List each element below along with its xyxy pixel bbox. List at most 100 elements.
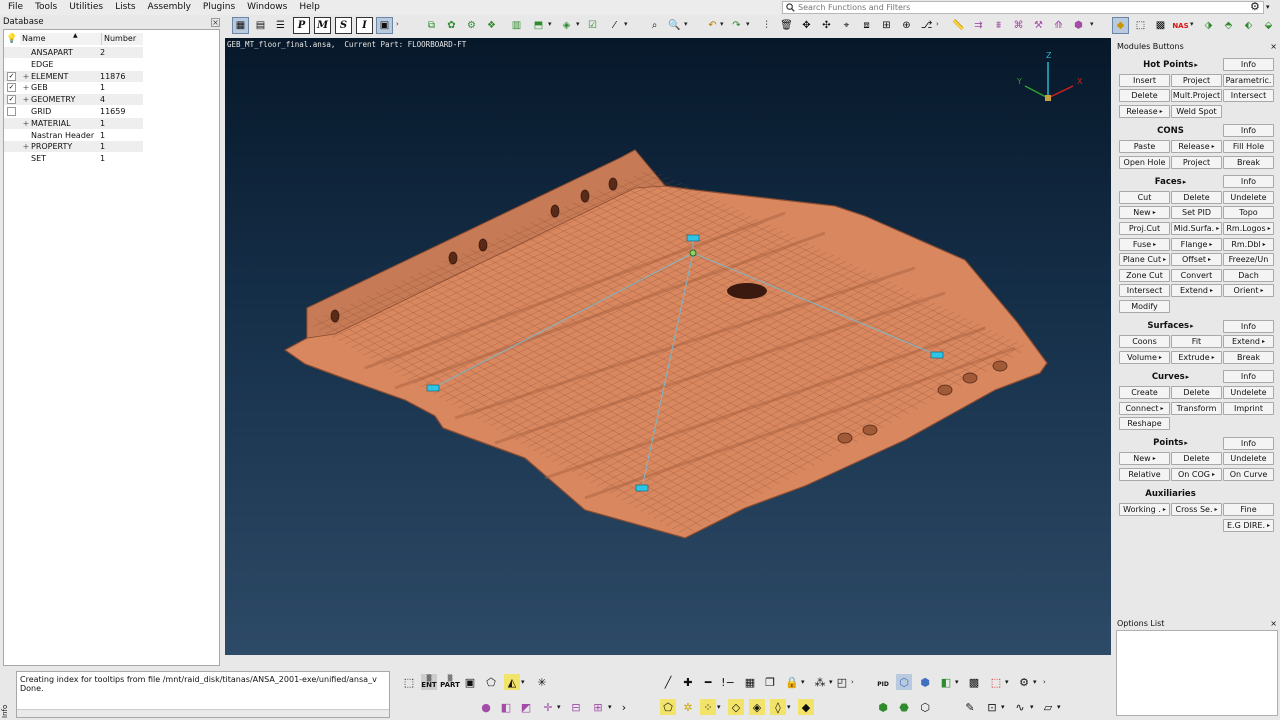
undo-icon[interactable]: ↶	[704, 17, 721, 34]
module-button-weld-spot[interactable]: Weld Spot	[1171, 104, 1222, 118]
grid-select-icon[interactable]: ▦	[742, 674, 758, 690]
output-icon[interactable]: ⬘	[1220, 17, 1237, 34]
module-button-reshape[interactable]: Reshape	[1119, 417, 1170, 431]
shaded-cube-icon[interactable]: ⬢	[917, 674, 933, 690]
column-name-header[interactable]: Name ▲	[20, 32, 102, 45]
plane-dropdown-icon[interactable]: ▾	[1057, 703, 1061, 711]
polygon-icon[interactable]: ⬠	[483, 674, 499, 690]
database-row[interactable]: ✓ + ELEMENT 11876	[4, 70, 143, 82]
options-list[interactable]	[1116, 630, 1278, 716]
database-row[interactable]: Nastran Header 1	[4, 130, 143, 141]
shaded-view-icon[interactable]: ⬣	[896, 699, 912, 715]
load-icon[interactable]: ⬢	[1070, 17, 1087, 34]
module-button-project[interactable]: Project	[1171, 155, 1222, 169]
module-button-undelete[interactable]: Undelete	[1223, 190, 1274, 204]
pid-icon[interactable]: PID	[875, 676, 891, 692]
menu-utilities[interactable]: Utilities	[63, 0, 109, 15]
view-dropdown-icon[interactable]: ▾	[576, 20, 580, 28]
connection-node[interactable]	[686, 234, 700, 242]
cube-icon[interactable]: ▣	[462, 674, 478, 690]
module-button-e-g-dire[interactable]: E.G DIRE. ▸	[1223, 518, 1274, 532]
close-icon[interactable]: ×	[1270, 619, 1277, 628]
view-icon[interactable]: ◈	[558, 17, 575, 34]
ruler-icon[interactable]: 📏	[950, 17, 967, 34]
zoom-icon[interactable]: 🔍	[666, 17, 683, 34]
module-button-parametric[interactable]: Parametric.	[1223, 73, 1274, 87]
module-button-new[interactable]: New ▸	[1119, 206, 1170, 220]
row-checkbox[interactable]: ✓	[7, 95, 16, 105]
s-mode-button[interactable]: S	[335, 17, 352, 34]
module-button-delete[interactable]: Delete	[1119, 89, 1170, 103]
expand-icon[interactable]: +	[21, 95, 31, 104]
module-button-delete[interactable]: Delete	[1171, 452, 1222, 466]
module-button-release[interactable]: Release ▸	[1171, 140, 1222, 153]
load-dropdown-icon[interactable]: ▾	[1090, 20, 1094, 28]
module-button-relative[interactable]: Relative	[1119, 468, 1170, 481]
select-box-icon[interactable]: ⬚	[401, 674, 417, 690]
cone-icon[interactable]: ◧	[498, 699, 514, 715]
hammer-icon[interactable]: ⚒	[1030, 17, 1047, 34]
results-icon[interactable]: ⬗	[1200, 17, 1217, 34]
settings-dropdown-icon[interactable]: ▾	[1266, 3, 1270, 11]
menu-file[interactable]: File	[0, 0, 29, 15]
gear-icon[interactable]: ⚙	[1250, 0, 1260, 13]
info-button[interactable]: Info	[1223, 124, 1274, 138]
toolbar-more-icon[interactable]: ›	[396, 20, 399, 28]
module-button-open-hole[interactable]: Open Hole	[1119, 155, 1170, 169]
module-button-volume[interactable]: Volume ▸	[1119, 350, 1170, 364]
module-button-rm-logos[interactable]: Rm.Logos ▸	[1223, 222, 1274, 235]
axes-icon[interactable]: ✛	[540, 699, 556, 715]
green-cube-icon[interactable]: ◧	[938, 674, 954, 690]
post-icon[interactable]: ⬙	[1260, 17, 1277, 34]
module-button-new[interactable]: New ▸	[1119, 452, 1170, 466]
module-button-paste[interactable]: Paste	[1119, 140, 1170, 153]
module-button-break[interactable]: Break	[1223, 155, 1274, 169]
database-row[interactable]: + MATERIAL 1	[4, 117, 143, 129]
exclude-icon[interactable]: !−	[720, 674, 736, 690]
info-button[interactable]: Info	[1223, 175, 1274, 189]
network-icon[interactable]: ⁂	[812, 674, 828, 690]
database-row[interactable]: EDGE	[4, 59, 143, 70]
lock-icon[interactable]: 🔒	[784, 674, 800, 690]
database-row[interactable]: ✓ + GEB 1	[4, 82, 143, 93]
measure-icon[interactable]: ⁄	[606, 17, 623, 34]
line-icon[interactable]: ╱	[660, 674, 676, 690]
close-icon[interactable]: ×	[211, 17, 220, 27]
more-icon[interactable]: ›	[616, 699, 632, 715]
expand-icon[interactable]: +	[21, 83, 31, 92]
face-edit-icon[interactable]: ◊	[770, 699, 786, 715]
axes-dropdown-icon[interactable]: ▾	[557, 703, 561, 711]
module-button-rm-dbl[interactable]: Rm.Dbl ▸	[1223, 237, 1274, 251]
curve-icon[interactable]: ∿	[1012, 699, 1028, 715]
info-button[interactable]: Info	[1223, 370, 1274, 384]
connection-node[interactable]	[635, 484, 649, 492]
align-icon[interactable]: ⊞	[878, 17, 895, 34]
menu-assembly[interactable]: Assembly	[142, 0, 197, 15]
undo-dropdown-icon[interactable]: ▾	[720, 20, 724, 28]
solid-icon[interactable]: ▩	[1152, 17, 1169, 34]
cube-dropdown-icon[interactable]: ▾	[955, 678, 959, 686]
module-button-modify[interactable]: Modify	[1119, 300, 1170, 313]
prism-icon[interactable]: ◩	[518, 699, 534, 715]
layers-icon[interactable]: ❖	[483, 17, 500, 34]
part-manager-icon[interactable]: ⧉	[423, 17, 440, 34]
section-title-hot-points[interactable]: Hot Points ▸	[1119, 58, 1222, 71]
menu-plugins[interactable]: Plugins	[197, 0, 241, 15]
lock-dropdown-icon[interactable]: ▾	[801, 678, 805, 686]
graphics-viewport[interactable]: GEB_MT_floor_final.ansa, Current Part: F…	[225, 38, 1111, 655]
database-row[interactable]: + PROPERTY 1	[4, 141, 143, 153]
plane-icon[interactable]: ⏥	[1040, 699, 1056, 715]
red-cube-icon[interactable]: ⬚	[988, 674, 1004, 690]
layer-icon[interactable]: ◰	[834, 674, 850, 690]
star-icon[interactable]: ✳	[534, 674, 550, 690]
console-output[interactable]: Creating index for tooltips from file /m…	[16, 671, 390, 718]
sketch-dropdown-icon[interactable]: ›	[936, 20, 939, 28]
module-button-proj-cut[interactable]: Proj.Cut	[1119, 222, 1170, 235]
module-button-set-pid[interactable]: Set PID	[1171, 206, 1222, 220]
module-button-extend[interactable]: Extend ▸	[1223, 335, 1274, 349]
module-button-on-curve[interactable]: On Curve	[1223, 468, 1274, 481]
expand-icon[interactable]: +	[21, 72, 31, 81]
module-button-orient[interactable]: Orient ▸	[1223, 284, 1274, 298]
node-select-icon[interactable]: ⁘	[700, 699, 716, 715]
module-button-on-cog[interactable]: On COG ▸	[1171, 468, 1222, 481]
